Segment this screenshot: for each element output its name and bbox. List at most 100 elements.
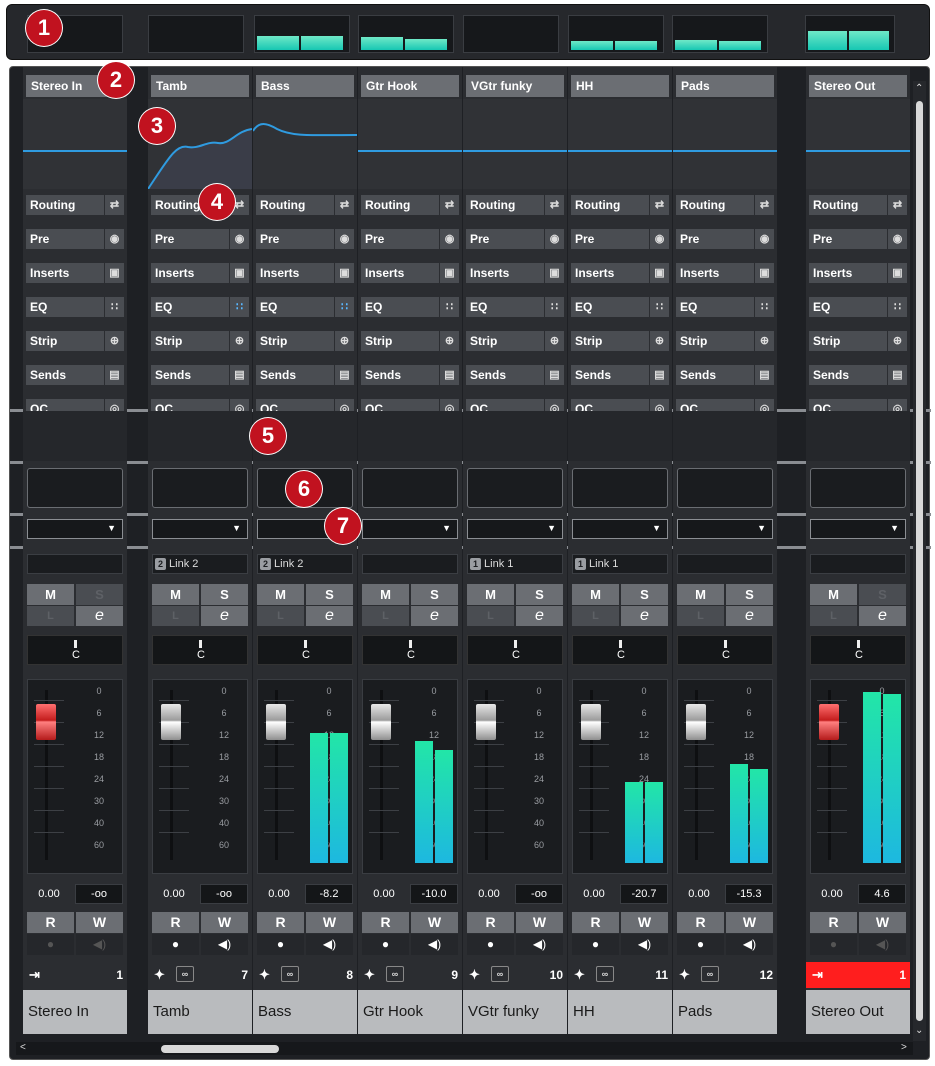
section-sends-button[interactable]: Sends ▤ [571,365,669,385]
picture-slot[interactable] [362,468,458,508]
edit-channel-button[interactable]: e [859,606,906,626]
strip-icon[interactable]: ⊕ [439,331,459,351]
section-sends-button[interactable]: Sends ▤ [26,365,124,385]
monitor-icon[interactable]: ◀) [859,934,906,955]
scroll-up-icon[interactable]: ⌃ [915,83,923,94]
section-inserts-button[interactable]: Inserts ▣ [256,263,354,283]
section-routing-button[interactable]: Routing ⇄ [809,195,907,215]
channel-config-dropdown[interactable]: ▼ [467,519,563,539]
mute-button[interactable]: M [467,584,514,605]
pan-control[interactable]: C [27,635,123,665]
strip-icon[interactable]: ⊕ [334,331,354,351]
mute-button[interactable]: M [677,584,724,605]
channel-header[interactable]: Tamb [151,75,249,97]
peak-value[interactable]: -8.2 [305,884,353,904]
solo-button[interactable]: S [859,584,906,605]
section-eq-button[interactable]: EQ ∷ [151,297,249,317]
section-strip-button[interactable]: Strip ⊕ [256,331,354,351]
write-automation-button[interactable]: W [516,912,563,933]
monitor-icon[interactable]: ◀) [201,934,248,955]
channel-name[interactable]: Bass [253,990,357,1034]
record-enable-icon[interactable]: ● [362,934,409,955]
pre-icon[interactable]: ◉ [229,229,249,249]
sends-icon[interactable]: ▤ [439,365,459,385]
pre-icon[interactable]: ◉ [334,229,354,249]
monitor-icon[interactable]: ◀) [411,934,458,955]
section-eq-button[interactable]: EQ ∷ [466,297,564,317]
peak-value[interactable]: -oo [75,884,123,904]
record-enable-icon[interactable]: ● [810,934,857,955]
section-routing-button[interactable]: Routing ⇄ [256,195,354,215]
section-eq-button[interactable]: EQ ∷ [809,297,907,317]
link-icon[interactable]: ∞ [491,966,509,982]
strip-icon[interactable]: ⊕ [887,331,907,351]
read-automation-button[interactable]: R [467,912,514,933]
channel-name[interactable]: Pads [673,990,777,1034]
strip-icon[interactable]: ⊕ [649,331,669,351]
mute-button[interactable]: M [257,584,304,605]
mute-button[interactable]: M [152,584,199,605]
pan-control[interactable]: C [572,635,668,665]
volume-fader[interactable] [819,704,839,740]
write-automation-button[interactable]: W [411,912,458,933]
picture-slot[interactable] [572,468,668,508]
eq-curve-display[interactable] [253,99,357,189]
section-routing-button[interactable]: Routing ⇄ [361,195,459,215]
write-automation-button[interactable]: W [306,912,353,933]
channel-name[interactable]: VGtr funky [463,990,567,1034]
pan-control[interactable]: C [467,635,563,665]
monitor-icon[interactable]: ◀) [76,934,123,955]
section-pre-button[interactable]: Pre ◉ [466,229,564,249]
peak-value[interactable]: -oo [515,884,563,904]
pan-control[interactable]: C [810,635,906,665]
record-enable-icon[interactable]: ● [572,934,619,955]
overview-channel-2[interactable] [148,15,244,53]
channel-overview[interactable] [6,4,930,60]
vertical-scrollbar[interactable]: ⌃ ⌄ [913,81,926,1041]
listen-button[interactable]: L [810,606,857,626]
link-group-field[interactable] [362,554,458,574]
eq-icon[interactable]: ∷ [439,297,459,317]
fader-value[interactable]: 0.00 [677,884,721,904]
volume-fader[interactable] [161,704,181,740]
section-eq-button[interactable]: EQ ∷ [361,297,459,317]
section-inserts-button[interactable]: Inserts ▣ [361,263,459,283]
section-routing-button[interactable]: Routing ⇄ [571,195,669,215]
eq-curve-display[interactable] [23,99,127,189]
channel-header[interactable]: Stereo Out [809,75,907,97]
section-eq-button[interactable]: EQ ∷ [676,297,774,317]
eq-curve-display[interactable] [673,99,777,189]
record-enable-icon[interactable]: ● [677,934,724,955]
picture-slot[interactable] [27,468,123,508]
channel-header[interactable]: VGtr funky [466,75,564,97]
section-strip-button[interactable]: Strip ⊕ [361,331,459,351]
strip-icon[interactable]: ⊕ [754,331,774,351]
section-eq-button[interactable]: EQ ∷ [26,297,124,317]
section-inserts-button[interactable]: Inserts ▣ [26,263,124,283]
record-enable-icon[interactable]: ● [152,934,199,955]
listen-button[interactable]: L [677,606,724,626]
picture-slot[interactable] [677,468,773,508]
section-inserts-button[interactable]: Inserts ▣ [466,263,564,283]
eq-curve-display[interactable] [568,99,672,189]
overview-channel-5[interactable] [463,15,559,53]
write-automation-button[interactable]: W [726,912,773,933]
eq-curve-display[interactable] [806,99,910,189]
link-icon[interactable]: ∞ [596,966,614,982]
channel-config-dropdown[interactable]: ▼ [677,519,773,539]
volume-fader[interactable] [476,704,496,740]
mute-button[interactable]: M [572,584,619,605]
overview-channel-4[interactable] [358,15,454,53]
read-automation-button[interactable]: R [572,912,619,933]
section-pre-button[interactable]: Pre ◉ [256,229,354,249]
overview-channel-3[interactable] [254,15,350,53]
link-icon[interactable]: ∞ [701,966,719,982]
peak-value[interactable]: -20.7 [620,884,668,904]
pre-icon[interactable]: ◉ [887,229,907,249]
pan-control[interactable]: C [152,635,248,665]
eq-icon[interactable]: ∷ [229,297,249,317]
pre-icon[interactable]: ◉ [649,229,669,249]
pre-icon[interactable]: ◉ [104,229,124,249]
overview-channel-7[interactable] [672,15,768,53]
listen-button[interactable]: L [467,606,514,626]
